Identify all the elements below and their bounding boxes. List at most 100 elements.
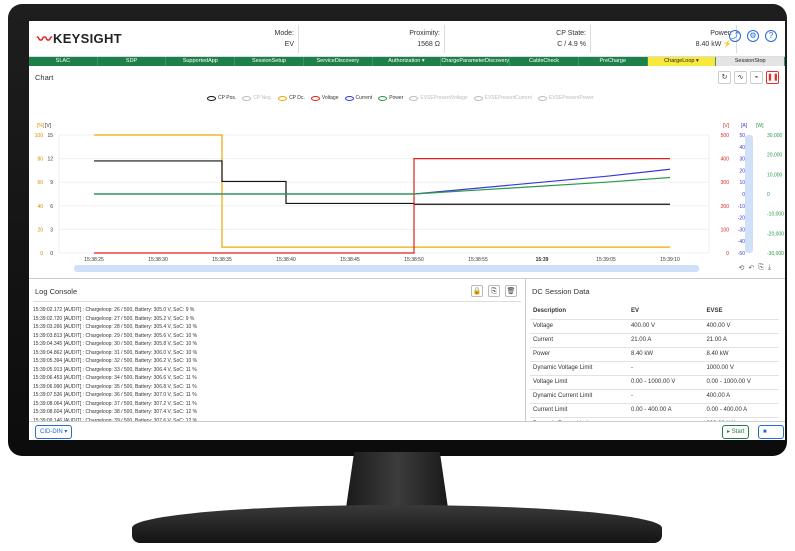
table-header-cell: Description xyxy=(530,303,628,320)
ytick-pct: 80 xyxy=(37,157,43,163)
table-header-row: Description EV EVSE xyxy=(530,303,779,320)
ytick-v: 0 xyxy=(50,251,53,257)
proximity-label: Proximity: xyxy=(409,29,440,37)
log-line: 15:39:04.345 [AUDIT] : Chargeloop: 30 / … xyxy=(33,341,198,347)
xtick: 15:39:10 xyxy=(660,257,680,263)
nav-tab[interactable]: CableCheck xyxy=(510,57,579,66)
monitor-bezel: 〰 KEYSIGHT Mode: EV Proximity: 1568 Ω CP St… xyxy=(8,4,787,456)
ytick-volt: 100 xyxy=(721,227,730,233)
table-cell: 0.00 - 400.00 A xyxy=(703,403,779,418)
logo-text: KEYSIGHT xyxy=(53,31,122,46)
ytick-amp: -10 xyxy=(738,204,745,210)
table-cell: 0.00 - 400.00 A xyxy=(627,403,704,418)
table-cell: Current Limit xyxy=(530,403,628,418)
nav-tab[interactable]: PreCharge xyxy=(579,57,648,66)
log-toolbar: 🔒 ⎘ 🗑 xyxy=(471,285,517,297)
nav-tab[interactable]: Authorization ▾ xyxy=(373,57,442,66)
ytick-pct: 20 xyxy=(37,227,43,233)
help-icon[interactable]: ? xyxy=(765,30,777,42)
ytick-volt: 200 xyxy=(721,204,730,210)
copy-log-icon[interactable]: ⎘ xyxy=(488,285,500,297)
ytick-volt: 400 xyxy=(721,157,730,163)
ytick-amp: 20 xyxy=(739,168,745,174)
lock-icon[interactable]: 🔒 xyxy=(471,285,483,297)
nav-tab[interactable]: ServiceDiscovery xyxy=(304,57,373,66)
trash-icon[interactable]: 🗑 xyxy=(505,285,517,297)
monitor-stand-neck xyxy=(346,452,448,508)
dc-session-table: Description EV EVSE Voltage 400.00 V 400.00 V… xyxy=(530,303,779,432)
unit-v: [V] xyxy=(45,123,52,129)
table-cell: 400.00 A xyxy=(703,389,779,404)
xtick: 15:38:25 xyxy=(84,257,104,263)
ytick-pct: 100 xyxy=(35,133,44,139)
copy-icon[interactable]: ⎘ xyxy=(758,264,764,272)
unit-amp: [A] xyxy=(741,123,748,129)
log-console-panel: Log Console 🔒 ⎘ 🗑 15:39:02.172 [AUDIT] : C… xyxy=(29,279,526,422)
footer-bar: CID-DIN ▾ ▸ Start ■ Stop xyxy=(29,421,785,440)
ytick-pct: 0 xyxy=(40,251,43,257)
ytick-v: 9 xyxy=(50,180,53,186)
logo-mark-icon: 〰 xyxy=(37,31,52,48)
nav-tab[interactable]: SDP xyxy=(98,57,167,66)
connection-icon[interactable]: ⤴ xyxy=(729,30,741,42)
xtick: 15:38:30 xyxy=(148,257,168,263)
ytick-v: 15 xyxy=(47,133,53,139)
chart-plot: [%] [V] [V] [A] [W]100 1580 1260 940 620 30 050040… xyxy=(35,123,784,272)
dc-session-panel: DC Session Data Description EV EVSE Voltage… xyxy=(526,279,785,432)
nav-tab[interactable]: SLAC xyxy=(29,57,98,66)
ytick-pct: 40 xyxy=(37,204,43,210)
zoom-reset-icon[interactable]: ⟲ xyxy=(739,264,745,272)
ytick-amp: 10 xyxy=(739,180,745,186)
table-cell: 400.00 V xyxy=(703,319,779,334)
ytick-amp: 50 xyxy=(739,133,745,139)
nav-tab[interactable]: ChargeLoop ▾ xyxy=(647,57,717,66)
log-line: 15:39:02.172 [AUDIT] : Chargeloop: 26 / … xyxy=(33,307,195,313)
download-icon[interactable]: ⤓ xyxy=(768,264,771,272)
table-row: Voltage Limit 0.00 - 1000.00 V 0.00 - 1000… xyxy=(530,375,779,390)
table-header-cell: EVSE xyxy=(703,303,779,320)
chart-panel: Chart ↻ ∿ ⌁ ❚❚ CP Pos. CP Neg. CP Dc. Volta… xyxy=(29,67,785,279)
keysight-logo: 〰 KEYSIGHT xyxy=(29,28,153,49)
ytick-amp: 40 xyxy=(739,145,745,151)
dc-title: DC Session Data xyxy=(532,287,590,296)
protocol-dropdown[interactable]: CID-DIN ▾ xyxy=(35,425,73,439)
header-icons: ⤴ ⚙ ? xyxy=(729,30,777,42)
table-cell: 21.00 A xyxy=(703,333,779,348)
ytick-volt: 300 xyxy=(721,180,730,186)
nav-tab[interactable]: ChargeParameterDiscovery xyxy=(441,57,511,66)
proximity-value: 1568 Ω xyxy=(417,40,440,48)
log-line: 15:39:05.913 [AUDIT] : Chargeloop: 33 / … xyxy=(33,366,197,373)
table-cell: Voltage xyxy=(530,319,628,334)
chart-zoom-tools: ⟲ ↶ ⎘ ⤓ xyxy=(739,264,771,272)
power-value-wrap: 8.40 kW ⚡ xyxy=(591,39,732,50)
ytick-w: 0 xyxy=(767,192,770,198)
xtick: 15:39 xyxy=(536,257,549,263)
table-cell: 8.40 kW xyxy=(703,347,779,362)
proximity-status: Proximity: 1568 Ω xyxy=(299,24,445,53)
xtick: 15:38:50 xyxy=(404,257,424,263)
nav-tab[interactable]: SupportedApp xyxy=(166,57,236,66)
log-line: 15:39:06.453 [AUDIT] : Chargeloop: 34 / … xyxy=(33,375,197,381)
table-cell: Dynamic Voltage Limit xyxy=(530,361,628,376)
ytick-volt: 500 xyxy=(721,133,730,139)
ytick-amp: -20 xyxy=(738,216,745,222)
nav-tab[interactable]: SessionSetup xyxy=(235,57,304,66)
ytick-volt: 0 xyxy=(726,251,729,257)
table-cell: Power xyxy=(530,347,628,362)
ytick-amp: 30 xyxy=(739,157,745,163)
ytick-amp: 0 xyxy=(742,192,745,198)
xtick: 15:38:40 xyxy=(276,257,296,263)
zoom-undo-icon[interactable]: ↶ xyxy=(748,264,754,272)
table-row: Dynamic Voltage Limit -1000.00 V xyxy=(530,361,779,376)
power-label: Power: xyxy=(710,29,732,37)
xtick: 15:38:35 xyxy=(212,257,232,263)
unit-volt: [V] xyxy=(723,123,730,129)
nav-tab[interactable]: SessionStop xyxy=(716,57,785,66)
log-line: 15:39:07.536 [AUDIT] : Chargeloop: 36 / … xyxy=(33,392,197,398)
start-button[interactable]: ▸ Start xyxy=(722,425,750,439)
protocol-nav: SLAC SDP SupportedApp SessionSetup ServiceDi… xyxy=(29,57,785,66)
gear-icon[interactable]: ⚙ xyxy=(747,30,759,42)
table-cell: 0.00 - 1000.00 V xyxy=(703,375,779,390)
stop-button[interactable]: ■ Stop xyxy=(758,425,784,439)
log-line: 15:39:03.813 [AUDIT] : Chargeloop: 29 / … xyxy=(33,332,198,339)
